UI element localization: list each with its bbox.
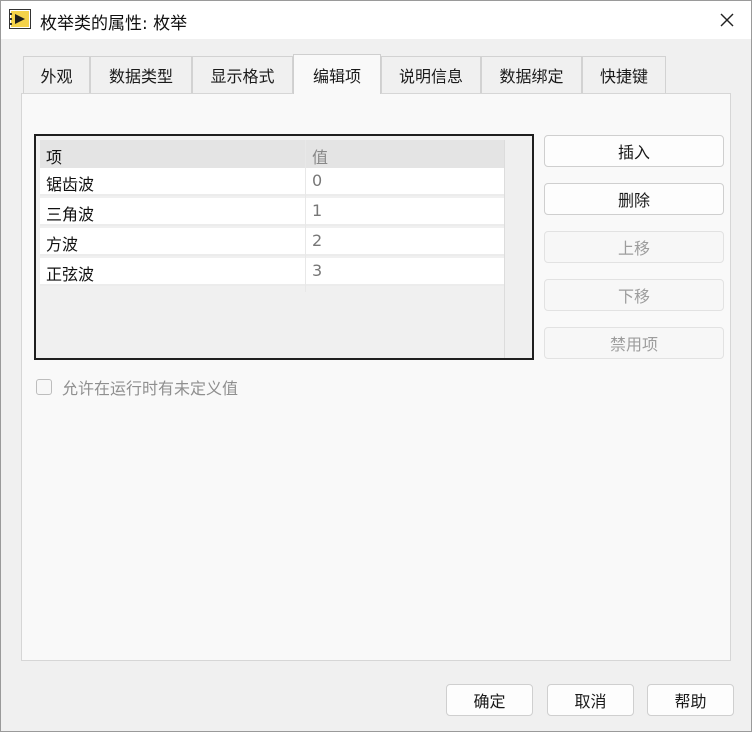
table-row[interactable]: 正弦波 3: [40, 258, 504, 286]
item-value-cell: 2: [312, 231, 323, 250]
tab-display-format[interactable]: 显示格式: [192, 56, 293, 93]
delete-button[interactable]: 删除: [544, 183, 724, 215]
items-table[interactable]: 项 值 锯齿波 0 三角波 1 方波 2 正弦波 3: [34, 134, 534, 360]
ok-button[interactable]: 确定: [446, 684, 533, 716]
item-name-cell[interactable]: 方波: [46, 231, 78, 255]
item-value-cell: 3: [312, 261, 323, 280]
item-value-cell: 0: [312, 171, 323, 190]
column-header-value: 值: [312, 148, 329, 167]
table-row[interactable]: 三角波 1: [40, 198, 504, 226]
insert-button[interactable]: 插入: [544, 135, 724, 167]
allow-undefined-values-option[interactable]: 允许在运行时有未定义值: [36, 375, 238, 399]
table-row[interactable]: 锯齿波 0: [40, 168, 504, 196]
tab-data-type[interactable]: 数据类型: [90, 56, 192, 93]
close-button[interactable]: [703, 1, 751, 39]
vertical-scrollbar[interactable]: [504, 140, 531, 358]
table-row[interactable]: 方波 2: [40, 228, 504, 256]
tab-key-navigation[interactable]: 快捷键: [582, 56, 666, 93]
title-bar: 枚举类的属性: 枚举: [1, 1, 751, 39]
move-up-button[interactable]: 上移: [544, 231, 724, 263]
tab-appearance[interactable]: 外观: [23, 56, 90, 93]
tab-data-binding[interactable]: 数据绑定: [481, 56, 582, 93]
table-header: 项 值: [40, 140, 504, 168]
help-button[interactable]: 帮助: [647, 684, 734, 716]
tab-edit-items[interactable]: 编辑项: [293, 54, 381, 94]
tab-documentation[interactable]: 说明信息: [381, 56, 481, 93]
item-name-cell[interactable]: 正弦波: [46, 261, 94, 285]
item-name-cell[interactable]: 锯齿波: [46, 171, 94, 195]
disable-item-button[interactable]: 禁用项: [544, 327, 724, 359]
window-title: 枚举类的属性: 枚举: [40, 14, 188, 34]
app-icon: [9, 9, 31, 29]
column-header-item: 项: [46, 148, 63, 167]
item-value-cell: 1: [312, 201, 323, 220]
close-icon: [720, 13, 734, 27]
item-name-cell[interactable]: 三角波: [46, 201, 94, 225]
properties-dialog: 枚举类的属性: 枚举 外观 数据类型 显示格式 编辑项 说明信息 数据绑定 快捷…: [0, 0, 752, 732]
move-down-button[interactable]: 下移: [544, 279, 724, 311]
cancel-button[interactable]: 取消: [547, 684, 634, 716]
column-divider[interactable]: [305, 140, 306, 292]
allow-undefined-values-label: 允许在运行时有未定义值: [62, 379, 239, 398]
allow-undefined-values-checkbox[interactable]: [36, 379, 52, 395]
